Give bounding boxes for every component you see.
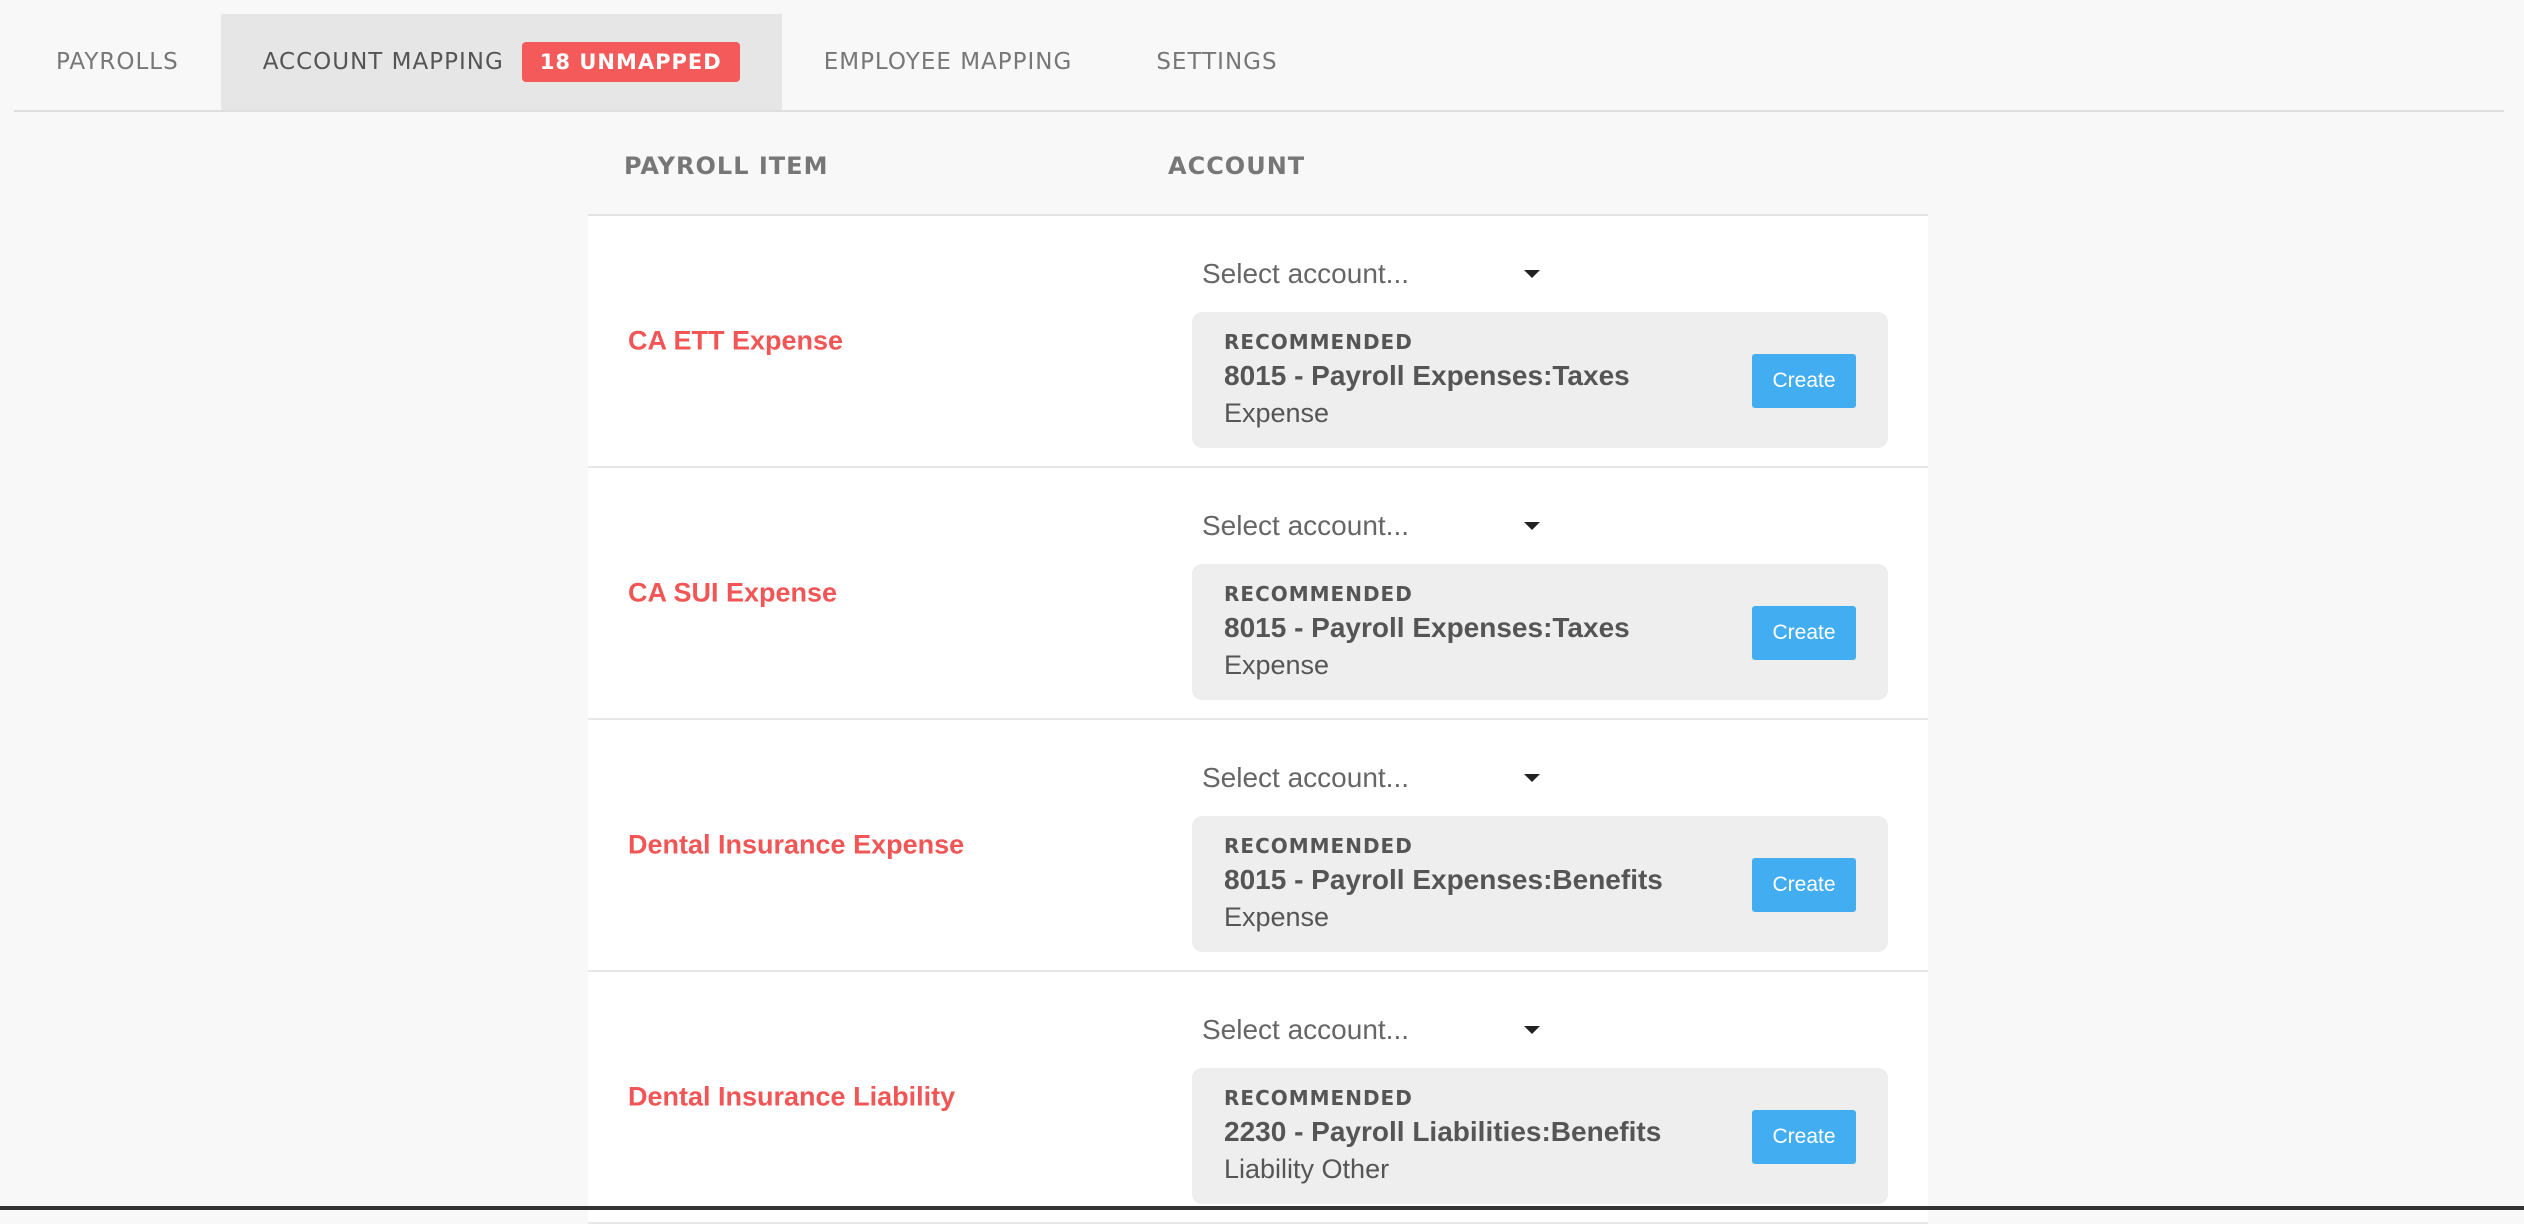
table-row: CA ETT Expense Select account... RECOMME…: [588, 216, 1928, 468]
recommended-label: RECOMMENDED: [1224, 330, 1413, 354]
payroll-item-name: Dental Insurance Expense: [628, 829, 965, 860]
recommended-account: 8015 - Payroll Expenses:Benefits: [1224, 864, 1663, 895]
recommended-account: 8015 - Payroll Expenses:Taxes: [1224, 360, 1630, 391]
account-select-placeholder: Select account...: [1202, 1014, 1410, 1045]
recommended-account: 8015 - Payroll Expenses:Taxes: [1224, 612, 1630, 643]
recommended-account-type: Expense: [1224, 398, 1330, 428]
bottom-divider: [0, 1206, 2524, 1210]
caret-down-icon: [1524, 522, 1540, 530]
recommended-label: RECOMMENDED: [1224, 1086, 1413, 1110]
table-header: PAYROLL ITEM ACCOUNT: [588, 118, 1928, 216]
tab-label: ACCOUNT MAPPING: [262, 49, 504, 75]
caret-down-icon: [1524, 774, 1540, 782]
recommended-label: RECOMMENDED: [1224, 834, 1413, 858]
mapping-table: PAYROLL ITEM ACCOUNT CA ETT Expense Sele…: [588, 118, 1928, 1224]
account-select-placeholder: Select account...: [1202, 510, 1410, 541]
recommended-account-type: Liability Other: [1224, 1154, 1390, 1184]
tab-account-mapping[interactable]: ACCOUNT MAPPING 18 UNMAPPED: [220, 14, 782, 110]
column-header-account: ACCOUNT: [1168, 152, 1306, 180]
recommended-account-type: Expense: [1224, 650, 1330, 680]
table-row: Dental Insurance Liability Select accoun…: [588, 972, 1928, 1224]
tab-employee-mapping[interactable]: EMPLOYEE MAPPING: [782, 14, 1115, 110]
recommendation-card: RECOMMENDED 8015 - Payroll Expenses:Bene…: [1192, 816, 1888, 952]
tab-label: SETTINGS: [1156, 49, 1278, 75]
create-account-button[interactable]: Create: [1752, 858, 1856, 912]
tab-label: EMPLOYEE MAPPING: [823, 49, 1073, 75]
tab-bar: PAYROLLS ACCOUNT MAPPING 18 UNMAPPED EMP…: [14, 14, 2504, 112]
account-select-placeholder: Select account...: [1202, 762, 1410, 793]
tab-label: PAYROLLS: [56, 49, 179, 75]
table-row: CA SUI Expense Select account... RECOMME…: [588, 468, 1928, 720]
account-select[interactable]: Select account...: [1202, 758, 1542, 798]
payroll-item-name: CA SUI Expense: [628, 577, 838, 608]
tab-settings[interactable]: SETTINGS: [1114, 14, 1319, 110]
account-select-placeholder: Select account...: [1202, 258, 1410, 289]
caret-down-icon: [1524, 270, 1540, 278]
create-account-button[interactable]: Create: [1752, 1110, 1856, 1164]
payroll-item-name: Dental Insurance Liability: [628, 1081, 956, 1112]
account-select[interactable]: Select account...: [1202, 1010, 1542, 1050]
recommended-account: 2230 - Payroll Liabilities:Benefits: [1224, 1116, 1662, 1147]
account-select[interactable]: Select account...: [1202, 506, 1542, 546]
column-header-payroll-item: PAYROLL ITEM: [624, 152, 829, 180]
tab-payrolls[interactable]: PAYROLLS: [14, 14, 221, 110]
caret-down-icon: [1524, 1026, 1540, 1034]
account-select[interactable]: Select account...: [1202, 254, 1542, 294]
recommended-account-type: Expense: [1224, 902, 1330, 932]
payroll-item-name: CA ETT Expense: [628, 325, 844, 356]
recommendation-card: RECOMMENDED 8015 - Payroll Expenses:Taxe…: [1192, 312, 1888, 448]
table-row: Dental Insurance Expense Select account.…: [588, 720, 1928, 972]
recommendation-card: RECOMMENDED 8015 - Payroll Expenses:Taxe…: [1192, 564, 1888, 700]
create-account-button[interactable]: Create: [1752, 354, 1856, 408]
unmapped-count-badge: 18 UNMAPPED: [521, 42, 740, 82]
recommendation-card: RECOMMENDED 2230 - Payroll Liabilities:B…: [1192, 1068, 1888, 1204]
create-account-button[interactable]: Create: [1752, 606, 1856, 660]
recommended-label: RECOMMENDED: [1224, 582, 1413, 606]
